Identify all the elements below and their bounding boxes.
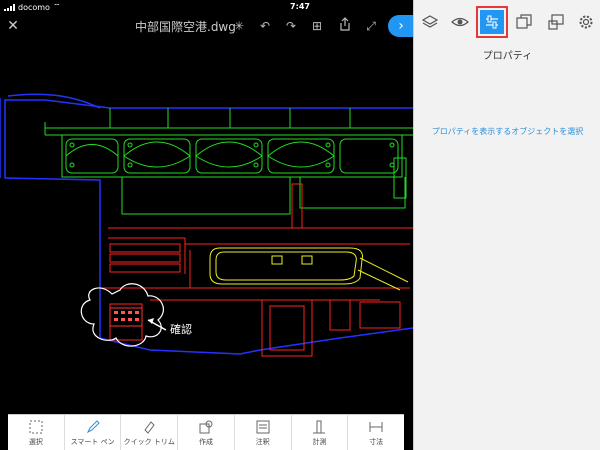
tab-markup[interactable] (544, 10, 568, 34)
quick-trim-tool[interactable]: クイック トリム (121, 415, 179, 450)
sliders-icon (486, 15, 498, 29)
gear-icon (579, 15, 593, 29)
select-tool[interactable]: 選択 (8, 415, 65, 450)
building-outline (4, 99, 413, 355)
tab-properties[interactable] (476, 6, 508, 38)
undo-icon[interactable]: ↶ (256, 17, 274, 35)
markup-dots (114, 311, 139, 321)
redo-icon[interactable]: ↷ (282, 17, 300, 35)
gate-area (209, 247, 409, 291)
outline-edge (0, 93, 101, 178)
tool-label: スマート ペン (70, 438, 115, 446)
create-icon (178, 415, 234, 435)
tool-label: 計測 (312, 438, 327, 446)
tool-label: 寸法 (369, 438, 384, 446)
eraser-icon (121, 415, 177, 435)
drawing-canvas[interactable]: 確認 (0, 38, 413, 414)
measure-tool[interactable]: 計測 (292, 415, 349, 450)
smart-pen-tool[interactable]: スマート ペン (65, 415, 122, 450)
tool-label: 作成 (199, 438, 214, 446)
expand-icon[interactable]: ⤢ (362, 17, 380, 35)
note-icon (235, 415, 291, 435)
callout-label[interactable]: 確認 (170, 321, 192, 337)
tab-layers[interactable] (418, 10, 442, 34)
create-tool[interactable]: 作成 (178, 415, 235, 450)
tab-blocks[interactable] (512, 10, 536, 34)
blocks-icon (516, 14, 532, 29)
close-button[interactable]: ✕ (4, 17, 22, 35)
tab-settings[interactable] (574, 10, 598, 34)
eye-icon (451, 17, 469, 27)
panel-hint: プロパティを表示するオブジェクトを選択 (431, 127, 584, 136)
markup-box (109, 307, 143, 327)
snap-icon[interactable]: ✳ (230, 17, 248, 35)
tab-visibility[interactable] (448, 10, 472, 34)
annotate-tool[interactable]: 注釈 (235, 415, 292, 450)
lower-structure (100, 183, 413, 357)
panel-tabs (414, 6, 600, 38)
properties-panel: プロパティ プロパティを表示するオブジェクトを選択 (413, 0, 600, 450)
grid-icon[interactable]: ⊞ (308, 17, 326, 35)
share-icon[interactable] (336, 17, 354, 35)
markup-cloud (80, 283, 164, 347)
dimension-icon (348, 415, 404, 435)
dimension-tool[interactable]: 寸法 (348, 415, 404, 450)
layers-icon (422, 15, 438, 28)
tool-label: 選択 (28, 438, 43, 446)
bottom-toolbar: 選択 スマート ペン クイック トリム 作成 注釈 計測 寸法 (0, 414, 413, 450)
tool-label: 注釈 (255, 438, 270, 446)
smart-pen-icon (65, 415, 121, 435)
panel-toggle-button[interactable]: › (388, 15, 414, 37)
cad-drawing (0, 93, 413, 357)
top-toolbar: ✕ 中部国際空港.dwg ✳ ↶ ↷ ⊞ ⤢ › (0, 14, 414, 38)
markup-icon (548, 14, 564, 30)
document-title: 中部国際空港.dwg (135, 20, 236, 34)
measure-icon (292, 415, 348, 435)
select-icon (8, 415, 64, 435)
bottom-tools: 選択 スマート ペン クイック トリム 作成 注釈 計測 寸法 (8, 414, 404, 450)
tool-label: クイック トリム (123, 438, 175, 446)
panel-heading: プロパティ (482, 51, 533, 62)
